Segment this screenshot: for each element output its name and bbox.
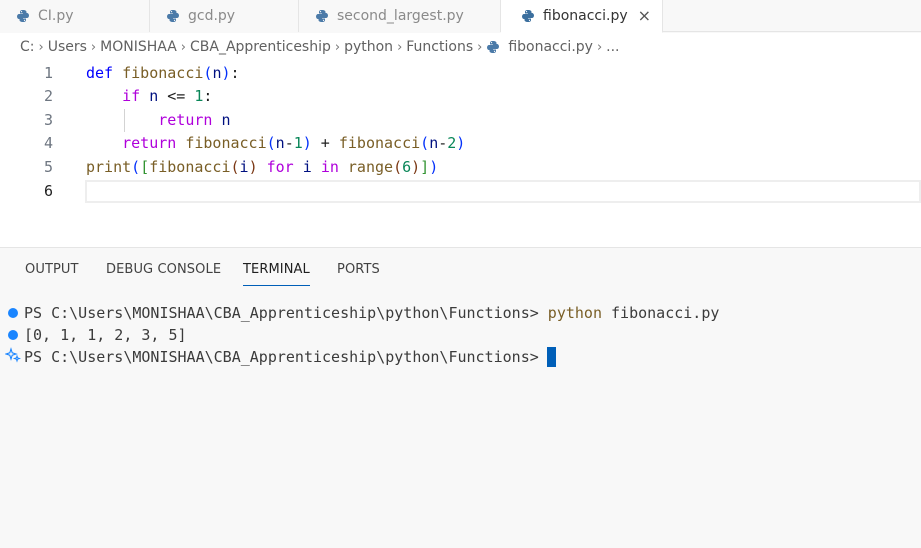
code-text: print([fibonacci(i) for i in range(6)]) (86, 157, 439, 176)
panel-tab-bar: OUTPUT DEBUG CONSOLE TERMINAL PORTS (0, 248, 921, 292)
close-icon[interactable]: × (638, 8, 651, 24)
code-text: return n (158, 110, 231, 129)
code-editor[interactable]: 1 def fibonacci(n): 2 if n <= 1: 3 retur… (0, 61, 921, 247)
terminal-command-args: fibonacci.py (601, 304, 720, 322)
chevron-right-icon: › (38, 39, 44, 55)
breadcrumb-file-label: fibonacci.py (508, 39, 593, 55)
breadcrumb-file[interactable]: fibonacci.py (486, 39, 593, 55)
tab-label: fibonacci.py (543, 8, 628, 24)
code-text: if n <= 1: (122, 87, 213, 106)
terminal-line: PS C:\Users\MONISHAA\CBA_Apprenticeship\… (24, 302, 719, 324)
breadcrumb-more[interactable]: ... (606, 39, 619, 55)
terminal-line: [0, 1, 1, 2, 3, 5] (24, 324, 187, 346)
line-number: 6 (43, 181, 53, 200)
bottom-panel: OUTPUT DEBUG CONSOLE TERMINAL PORTS PS C… (0, 247, 921, 548)
chevron-right-icon: › (180, 39, 186, 55)
python-file-icon (315, 9, 329, 23)
terminal-prompt: PS C:\Users\MONISHAA\CBA_Apprenticeship\… (24, 304, 548, 322)
code-line[interactable]: 5 print([fibonacci(i) for i in range(6)]… (0, 155, 921, 179)
tab-gcd-py[interactable]: gcd.py (150, 0, 299, 32)
terminal-command-program: python (547, 304, 602, 322)
tab-output[interactable]: OUTPUT (25, 262, 79, 277)
code-text: return fibonacci(n-1) + fibonacci(n-2) (122, 134, 466, 153)
line-number: 2 (43, 87, 53, 106)
tab-ports[interactable]: PORTS (337, 262, 380, 277)
code-line[interactable]: 3 return n (0, 108, 921, 132)
breadcrumb: C: › Users › MONISHAA › CBA_Apprenticesh… (0, 33, 921, 61)
code-text: def fibonacci(n): (86, 63, 240, 82)
breadcrumb-item[interactable]: Users (48, 39, 87, 55)
chevron-right-icon: › (90, 39, 97, 55)
python-file-icon (486, 40, 500, 54)
tab-fibonacci-py[interactable]: fibonacci.py × (501, 0, 663, 33)
breadcrumb-item[interactable]: C: (20, 39, 35, 55)
breadcrumb-item[interactable]: python (344, 39, 393, 55)
chevron-right-icon: › (477, 39, 483, 55)
terminal-cursor (546, 347, 556, 367)
terminal-output: [0, 1, 1, 2, 3, 5] (24, 326, 187, 344)
tab-debug-console[interactable]: DEBUG CONSOLE (106, 262, 221, 277)
python-file-icon (16, 9, 30, 23)
line-number: 4 (43, 134, 53, 153)
line-number: 3 (43, 110, 53, 129)
terminal-prompt: PS C:\Users\MONISHAA\CBA_Apprenticeship\… (24, 348, 539, 366)
code-line[interactable]: 4 return fibonacci(n-1) + fibonacci(n-2) (0, 132, 921, 156)
tab-terminal[interactable]: TERMINAL (243, 262, 310, 286)
python-file-icon (521, 9, 535, 23)
chevron-right-icon: › (397, 39, 403, 55)
sparkle-icon[interactable] (4, 347, 22, 363)
breadcrumb-item[interactable]: CBA_Apprenticeship (190, 39, 331, 55)
line-number: 1 (43, 63, 53, 82)
command-success-dot-icon[interactable] (8, 308, 18, 318)
breadcrumb-item[interactable]: Functions (406, 39, 473, 55)
tab-label: gcd.py (188, 8, 236, 24)
tab-label: CI.py (38, 8, 74, 24)
chevron-right-icon: › (334, 39, 341, 55)
editor-tab-bar: CI.py gcd.py second_largest.py fibonacci… (0, 0, 921, 33)
terminal-line: PS C:\Users\MONISHAA\CBA_Apprenticeship\… (24, 346, 556, 368)
code-line-current[interactable]: 6 (0, 179, 921, 203)
command-success-dot-icon[interactable] (8, 330, 18, 340)
tab-label: second_largest.py (337, 8, 464, 24)
tab-ci-py[interactable]: CI.py (0, 0, 150, 32)
code-line[interactable]: 1 def fibonacci(n): (0, 61, 921, 85)
python-file-icon (166, 9, 180, 23)
chevron-right-icon: › (596, 39, 603, 55)
line-number: 5 (43, 157, 53, 176)
code-line[interactable]: 2 if n <= 1: (0, 85, 921, 109)
tab-second-largest-py[interactable]: second_largest.py (299, 0, 501, 32)
breadcrumb-item[interactable]: MONISHAA (100, 39, 177, 55)
